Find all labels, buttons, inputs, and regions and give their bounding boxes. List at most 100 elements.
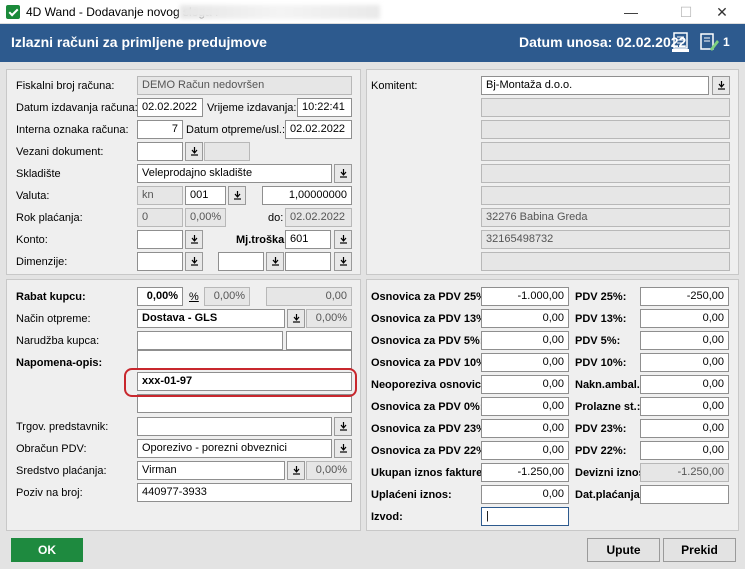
vat-calc-lookup-button[interactable] <box>334 439 352 458</box>
totals-label2-3: PDV 10%: <box>575 357 627 369</box>
customer-order-field[interactable] <box>137 331 283 350</box>
warehouse-field[interactable]: Veleprodajno skladište <box>137 164 332 183</box>
edit-document-icon[interactable] <box>698 31 720 53</box>
client-info-line-4 <box>481 164 730 183</box>
client-field[interactable]: Bj-Montaža d.o.o. <box>481 76 709 95</box>
client-label: Komitent: <box>371 80 418 92</box>
totals-value2-1: 0,00 <box>640 309 729 328</box>
dimensions-label: Dimenzije: <box>16 256 68 268</box>
totals-label2-5: Prolazne st.: <box>575 401 641 413</box>
linked-document-extra <box>204 142 250 161</box>
vat-calc-field[interactable]: Oporezivo - porezni obveznici <box>137 439 332 458</box>
totals-label-5: Osnovica za PDV 0%: <box>371 401 484 413</box>
entry-date: Datum unosa: 02.02.2022 <box>519 34 687 50</box>
totals-label2-6: PDV 23%: <box>575 423 627 435</box>
note-highlight-annotation <box>124 368 357 397</box>
exchange-rate-field[interactable]: 1,00000000 <box>262 186 352 205</box>
cost-center-field[interactable]: 601 <box>285 230 331 249</box>
linked-document-label: Vezani dokument: <box>16 146 104 158</box>
vat-calc-label: Obračun PDV: <box>16 443 87 455</box>
shipping-label: Način otpreme: <box>16 313 91 325</box>
totals-value-3: 0,00 <box>481 353 569 372</box>
client-info-line-5 <box>481 186 730 205</box>
sales-rep-lookup-button[interactable] <box>334 417 352 436</box>
totals-value2-4: 0,00 <box>640 375 729 394</box>
totals-value-1: 0,00 <box>481 309 569 328</box>
note-label: Napomena-opis: <box>16 357 103 369</box>
shipping-lookup-button[interactable] <box>287 309 305 328</box>
dimension-1-field[interactable] <box>137 252 183 271</box>
close-button[interactable]: ✕ <box>699 0 745 24</box>
issue-date-field[interactable]: 02.02.2022 <box>137 98 203 117</box>
dimension-2-lookup-button[interactable] <box>266 252 284 271</box>
totals-label-9: Uplaćeni iznos: <box>371 489 452 501</box>
client-lookup-button[interactable] <box>712 76 730 95</box>
issue-time-field[interactable]: 10:22:41 <box>297 98 352 117</box>
customer-order-label: Narudžba kupca: <box>16 335 100 347</box>
due-to-label: do: <box>268 212 284 224</box>
currency-number-field[interactable]: 001 <box>185 186 226 205</box>
warehouse-lookup-button[interactable] <box>334 164 352 183</box>
client-info-line-1 <box>481 98 730 117</box>
fiscal-number-label: Fiskalni broj računa: <box>16 80 115 92</box>
customer-order-date-field[interactable] <box>286 331 352 350</box>
app-logo-icon <box>6 5 20 19</box>
totals-value-6: 0,00 <box>481 419 569 438</box>
redacted-title-area <box>180 5 380 19</box>
currency-lookup-button[interactable] <box>228 186 246 205</box>
shipping-field[interactable]: Dostava - GLS <box>137 309 285 328</box>
reference-field[interactable]: 440977-3933 <box>137 483 352 502</box>
totals-value-5: 0,00 <box>481 397 569 416</box>
totals-label2-7: PDV 22%: <box>575 445 627 457</box>
totals-value2-2: 0,00 <box>640 331 729 350</box>
dimension-3-lookup-button[interactable] <box>334 252 352 271</box>
linked-document-field[interactable] <box>137 142 183 161</box>
cost-center-lookup-button[interactable] <box>334 230 352 249</box>
client-info-line-8 <box>481 252 730 271</box>
totals-value2-0: -250,00 <box>640 287 729 306</box>
statement-field[interactable]: | <box>481 507 569 526</box>
instructions-button[interactable]: Upute <box>587 538 660 562</box>
client-info-line-2 <box>481 120 730 139</box>
due-days-field: 0 <box>137 208 183 227</box>
dimension-3-field[interactable] <box>285 252 331 271</box>
minimize-button[interactable]: — <box>608 0 654 24</box>
record-count: 1 <box>723 35 730 49</box>
totals-value2-7: 0,00 <box>640 441 729 460</box>
totals-label-10: Izvod: <box>371 511 403 523</box>
linked-document-lookup-button[interactable] <box>185 142 203 161</box>
totals-value2-3: 0,00 <box>640 353 729 372</box>
totals-value2-9[interactable] <box>640 485 729 504</box>
ship-date-field[interactable]: 02.02.2022 <box>285 120 352 139</box>
dimension-2-field[interactable] <box>218 252 264 271</box>
totals-value-2: 0,00 <box>481 331 569 350</box>
totals-value-7: 0,00 <box>481 441 569 460</box>
totals-label2-8: Devizni iznos: <box>575 467 649 479</box>
discount-percent-2-field: 0,00% <box>204 287 250 306</box>
document-list-icon[interactable] <box>670 31 692 53</box>
totals-label2-2: PDV 5%: <box>575 335 621 347</box>
totals-value-9[interactable]: 0,00 <box>481 485 569 504</box>
totals-value2-8: -1.250,00 <box>640 463 729 482</box>
form-title: Izlazni računi za primljene predujmove <box>11 34 267 50</box>
note-line-1[interactable] <box>137 350 352 369</box>
ship-date-label: Datum otpreme/usl.: <box>186 124 286 136</box>
payment-method-field[interactable]: Virman <box>137 461 285 480</box>
internal-mark-label: Interna oznaka računa: <box>16 124 129 136</box>
totals-label-0: Osnovica za PDV 25%: <box>371 291 490 303</box>
ok-button[interactable]: OK <box>11 538 83 562</box>
sales-rep-field[interactable] <box>137 417 332 436</box>
account-field[interactable] <box>137 230 183 249</box>
discount-label: Rabat kupcu: <box>16 291 86 303</box>
fiscal-number-field: DEMO Račun nedovršen <box>137 76 352 95</box>
totals-label-6: Osnovica za PDV 23%: <box>371 423 490 435</box>
cancel-button[interactable]: Prekid <box>663 538 736 562</box>
account-lookup-button[interactable] <box>185 230 203 249</box>
payment-method-lookup-button[interactable] <box>287 461 305 480</box>
discount-amount-field: 0,00 <box>266 287 352 306</box>
client-oib-field: 32165498732 <box>481 230 730 249</box>
currency-code-field: kn <box>137 186 183 205</box>
dimension-1-lookup-button[interactable] <box>185 252 203 271</box>
internal-mark-field[interactable]: 7 <box>137 120 183 139</box>
discount-percent-field[interactable]: 0,00% <box>137 287 183 306</box>
